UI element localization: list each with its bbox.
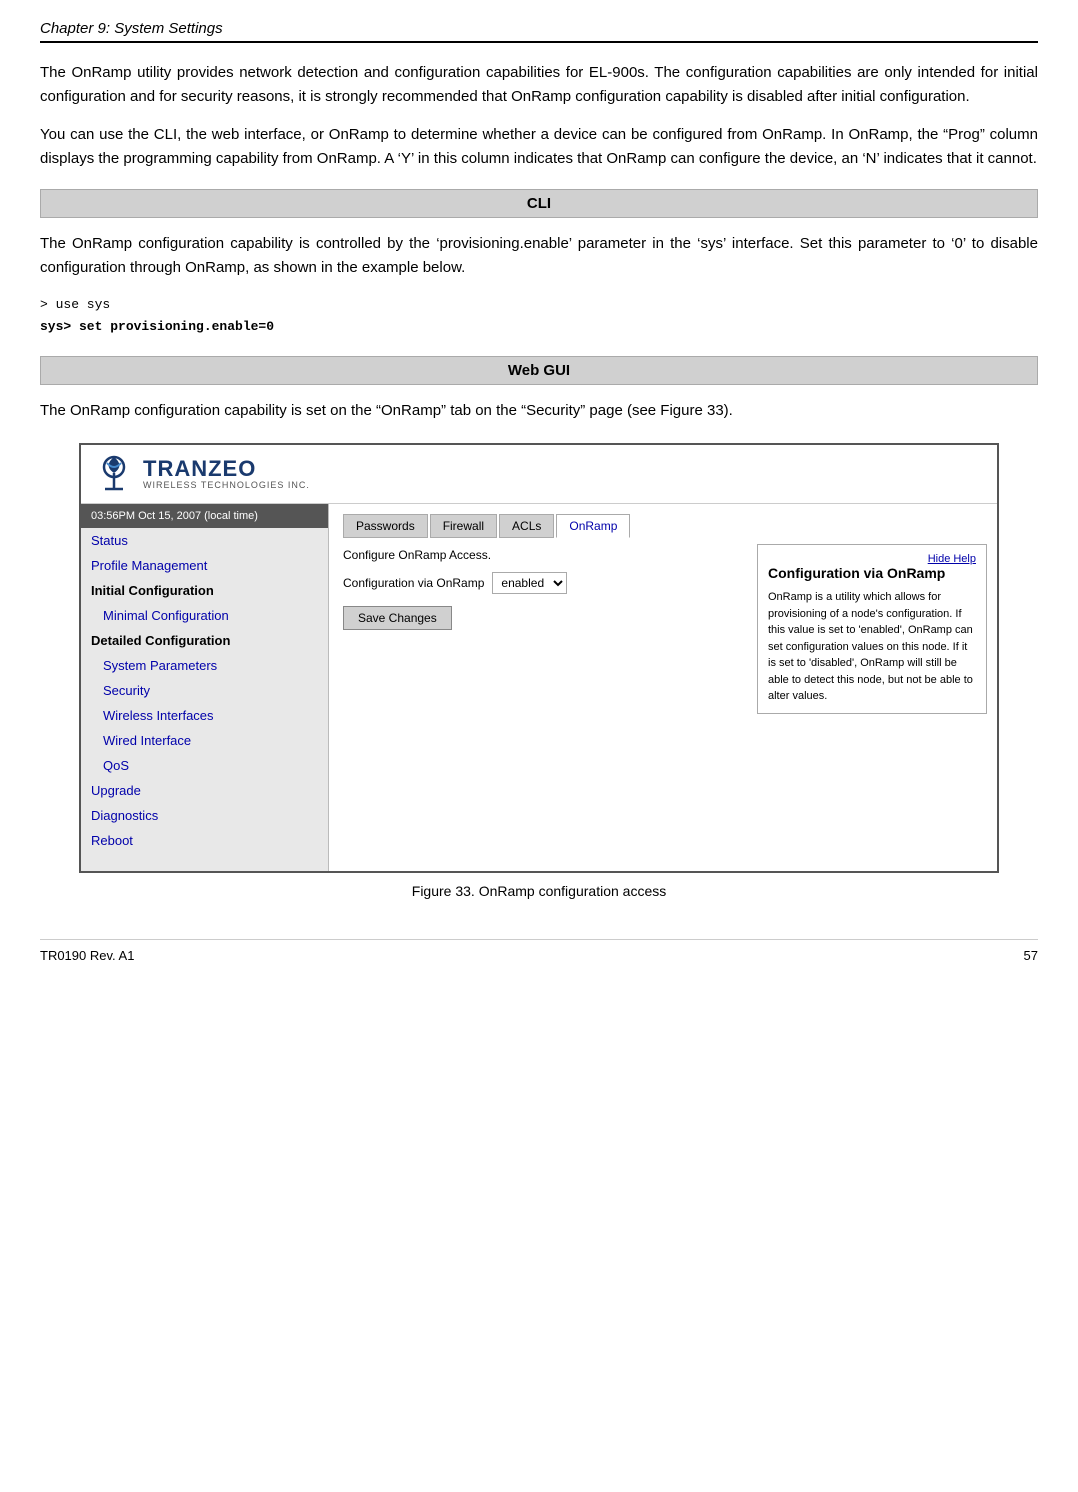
tab-onramp[interactable]: OnRamp [556, 514, 630, 538]
tab-firewall[interactable]: Firewall [430, 514, 497, 538]
sidebar-items: StatusProfile ManagementInitial Configur… [81, 528, 328, 853]
sidebar-item-reboot[interactable]: Reboot [81, 828, 328, 853]
logo: TRANZEO WIRELESS TECHNOLOGIES INC. [93, 453, 310, 495]
sidebar-item-system-parameters[interactable]: System Parameters [81, 653, 328, 678]
code-line-2: sys> set provisioning.enable=0 [40, 316, 1038, 338]
screen-body: 03:56PM Oct 15, 2007 (local time) Status… [81, 504, 997, 871]
logo-tagline: WIRELESS TECHNOLOGIES INC. [143, 481, 310, 491]
form-label: Configuration via OnRamp [343, 576, 484, 590]
paragraph-2: You can use the CLI, the web interface, … [40, 123, 1038, 171]
sidebar-item-diagnostics[interactable]: Diagnostics [81, 803, 328, 828]
webgui-paragraph: The OnRamp configuration capability is s… [40, 399, 1038, 423]
footer-left: TR0190 Rev. A1 [40, 948, 134, 963]
sidebar-item-upgrade[interactable]: Upgrade [81, 778, 328, 803]
tab-acls[interactable]: ACLs [499, 514, 554, 538]
sidebar-item-qos[interactable]: QoS [81, 753, 328, 778]
logo-text: TRANZEO WIRELESS TECHNOLOGIES INC. [143, 457, 310, 491]
save-button[interactable]: Save Changes [343, 606, 452, 630]
footer-right: 57 [1024, 948, 1038, 963]
webgui-header: Web GUI [40, 356, 1038, 385]
main-content: PasswordsFirewallACLsOnRamp Configure On… [329, 504, 997, 871]
sidebar-item-wired-interface[interactable]: Wired Interface [81, 728, 328, 753]
screenshot: TRANZEO WIRELESS TECHNOLOGIES INC. 03:56… [79, 443, 999, 873]
tabs-row: PasswordsFirewallACLsOnRamp [343, 514, 983, 538]
tranzeo-logo-icon [93, 453, 135, 495]
help-text: OnRamp is a utility which allows for pro… [768, 589, 976, 705]
screen-header: TRANZEO WIRELESS TECHNOLOGIES INC. [81, 445, 997, 504]
logo-name: TRANZEO [143, 457, 310, 481]
tab-passwords[interactable]: Passwords [343, 514, 428, 538]
sidebar-item-minimal-configuration[interactable]: Minimal Configuration [81, 603, 328, 628]
sidebar-item-wireless-interfaces[interactable]: Wireless Interfaces [81, 703, 328, 728]
paragraph-1: The OnRamp utility provides network dete… [40, 61, 1038, 109]
sidebar-item-detailed-configuration: Detailed Configuration [81, 628, 328, 653]
sidebar-item-profile-management[interactable]: Profile Management [81, 553, 328, 578]
cli-paragraph: The OnRamp configuration capability is c… [40, 232, 1038, 280]
sidebar-item-initial-configuration: Initial Configuration [81, 578, 328, 603]
code-block: > use sys sys> set provisioning.enable=0 [40, 294, 1038, 338]
sidebar-time: 03:56PM Oct 15, 2007 (local time) [81, 504, 328, 528]
code-line-1: > use sys [40, 294, 1038, 316]
footer: TR0190 Rev. A1 57 [40, 939, 1038, 963]
help-title: Configuration via OnRamp [768, 565, 976, 581]
config-select[interactable]: enableddisabled [492, 572, 567, 594]
chapter-title: Chapter 9: System Settings [40, 20, 1038, 37]
screenshot-wrapper: TRANZEO WIRELESS TECHNOLOGIES INC. 03:56… [40, 443, 1038, 873]
sidebar-item-security[interactable]: Security [81, 678, 328, 703]
figure-caption: Figure 33. OnRamp configuration access [40, 883, 1038, 899]
cli-header: CLI [40, 189, 1038, 218]
hide-help-link[interactable]: Hide Help [928, 553, 976, 565]
sidebar: 03:56PM Oct 15, 2007 (local time) Status… [81, 504, 329, 871]
chapter-divider [40, 41, 1038, 43]
sidebar-item-status[interactable]: Status [81, 528, 328, 553]
help-panel: Hide Help Configuration via OnRamp OnRam… [757, 544, 987, 714]
